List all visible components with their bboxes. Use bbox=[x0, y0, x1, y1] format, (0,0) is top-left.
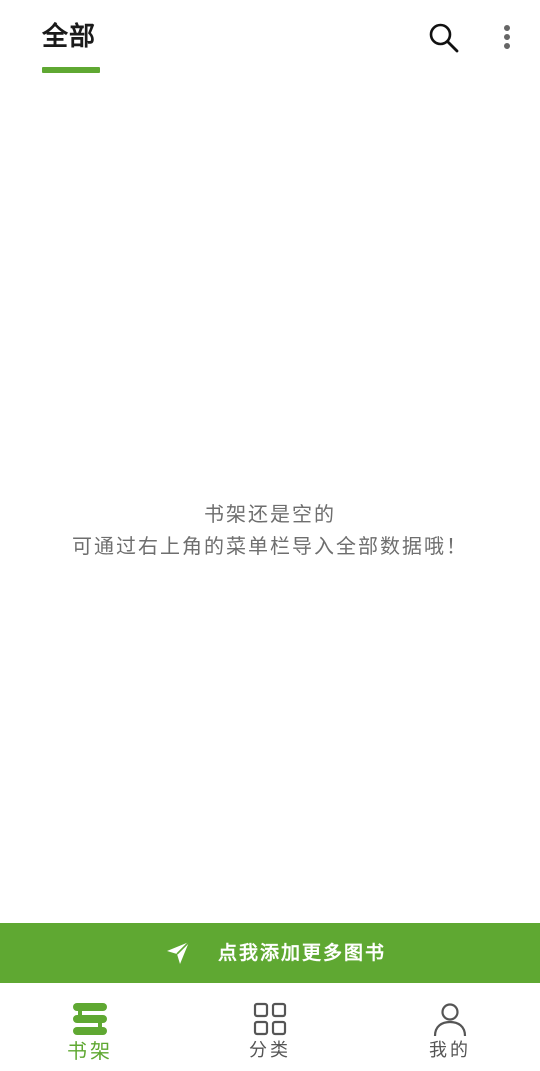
tab-all[interactable]: 全部 bbox=[42, 20, 100, 74]
nav-label-mine: 我的 bbox=[429, 1040, 471, 1061]
more-vertical-icon bbox=[504, 25, 510, 49]
search-button[interactable] bbox=[426, 20, 462, 56]
empty-shelf-message: 书架还是空的 可通过右上角的菜单栏导入全部数据哦！ bbox=[0, 498, 540, 562]
bottom-navigation: 书架 分类 我的 bbox=[0, 983, 540, 1071]
nav-label-category: 分类 bbox=[249, 1040, 291, 1061]
more-menu-button[interactable] bbox=[496, 20, 518, 56]
tab-all-label: 全部 bbox=[42, 22, 97, 52]
person-icon bbox=[433, 1003, 467, 1037]
nav-item-mine[interactable]: 我的 bbox=[390, 983, 510, 1071]
tab-indicator bbox=[42, 67, 100, 73]
send-arrow-icon bbox=[167, 941, 190, 964]
top-bar: 全部 bbox=[0, 0, 540, 80]
nav-label-bookshelf: 书架 bbox=[67, 1039, 113, 1063]
bookshelf-icon bbox=[73, 1003, 107, 1035]
nav-item-category[interactable]: 分类 bbox=[210, 983, 330, 1071]
grid-icon bbox=[253, 1002, 287, 1036]
empty-title: 书架还是空的 bbox=[204, 502, 336, 526]
add-books-button[interactable]: 点我添加更多图书 bbox=[0, 923, 540, 983]
nav-item-bookshelf[interactable]: 书架 bbox=[30, 983, 150, 1071]
empty-hint: 可通过右上角的菜单栏导入全部数据哦！ bbox=[72, 534, 468, 558]
add-books-label: 点我添加更多图书 bbox=[218, 942, 387, 964]
search-icon bbox=[429, 23, 459, 53]
